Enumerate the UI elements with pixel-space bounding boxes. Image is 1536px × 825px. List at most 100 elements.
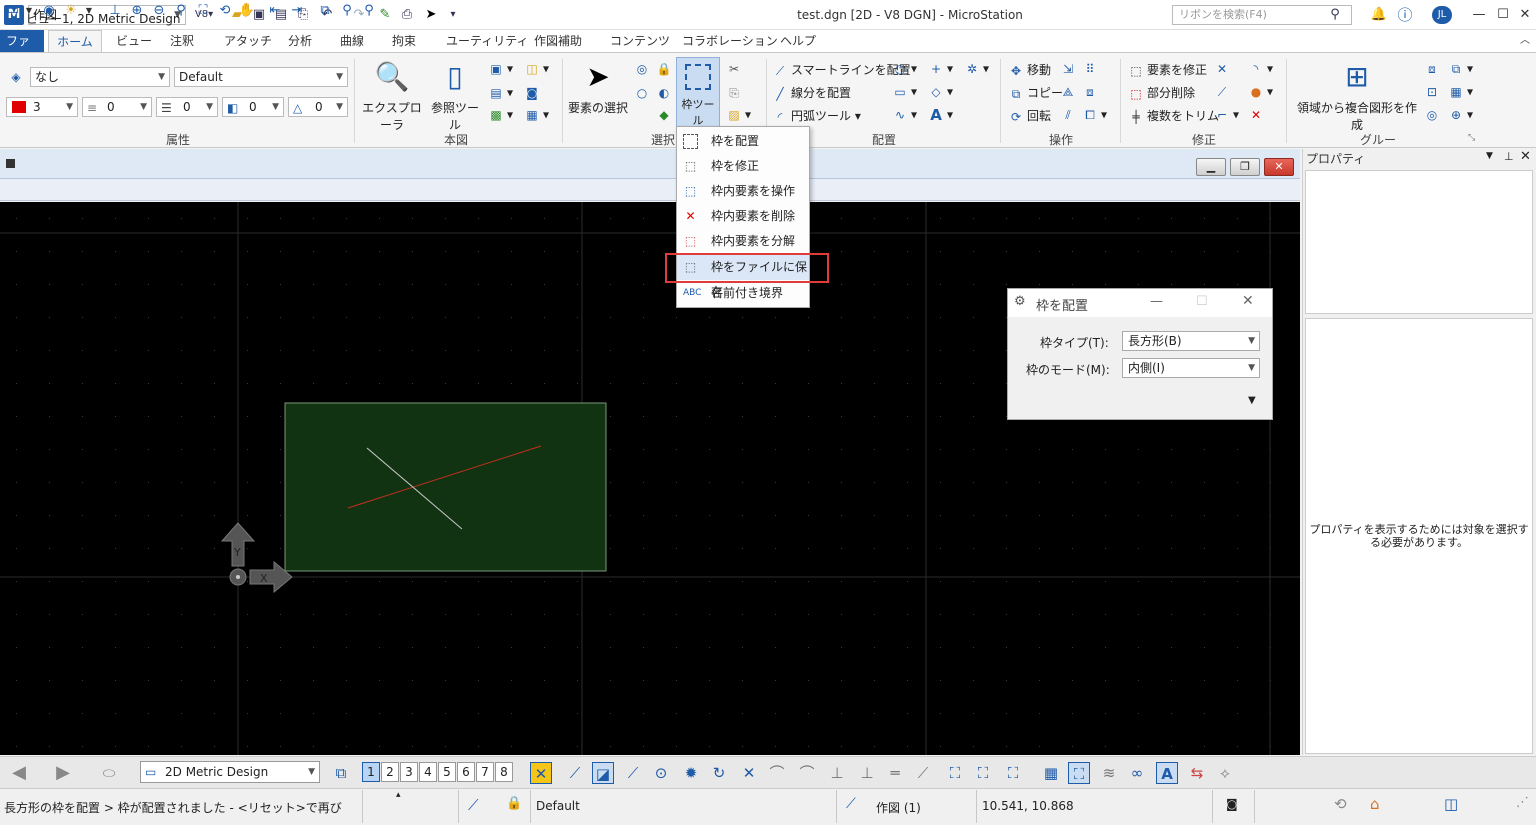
update-view-icon[interactable]: ⊥ [106, 2, 124, 20]
lock-icon[interactable]: 🔒 [506, 796, 522, 811]
view-menu-icon[interactable] [6, 159, 15, 168]
clip-mask-icon[interactable]: ⚲ [360, 2, 378, 20]
partial-delete-button[interactable]: ⬚ 部分削除 [1128, 84, 1195, 102]
models-icon[interactable]: ▣ ▾ [488, 61, 513, 77]
tab-file[interactable]: ファイル [0, 30, 44, 70]
layers-icon[interactable]: ◫ ▾ [524, 61, 549, 77]
cut-icon[interactable]: ✂ [726, 61, 745, 77]
view-close-icon[interactable]: ✕ [1264, 158, 1294, 176]
screen-icon[interactable]: ◙ [1226, 797, 1238, 811]
accudraw-icon[interactable]: ⟋ [468, 796, 479, 814]
tab-content[interactable]: コンテンツ [604, 30, 676, 52]
lock-selection-icon[interactable]: 🔒 [656, 61, 675, 77]
snap-intersection-icon[interactable]: ✕ [738, 762, 760, 784]
dialog-minimize-icon[interactable]: — [1150, 294, 1163, 309]
snap-midpoint-icon[interactable]: ⟋ [622, 762, 644, 784]
tab-collaborate[interactable]: コラボレーション [676, 30, 784, 52]
tab-utilities[interactable]: ユーティリティ [440, 30, 535, 52]
place-line-button[interactable]: ╱ 線分を配置 [772, 84, 851, 102]
home-icon[interactable]: ⌂ [1370, 795, 1380, 813]
fence-clip-icon[interactable]: ⛶ [972, 762, 994, 784]
point-icon[interactable]: + ▾ [928, 61, 953, 77]
fit-view-icon[interactable]: ⛶ [194, 2, 212, 20]
expand-dialog-icon[interactable]: ▼ [1248, 395, 1256, 406]
align-icon[interactable]: ⧈ [1082, 84, 1101, 100]
rectangle-icon[interactable]: ▭ ▾ [892, 84, 917, 100]
help-icon[interactable]: ⓘ [1396, 5, 1414, 25]
view-minimize-icon[interactable]: ▁ [1196, 158, 1226, 176]
print-icon[interactable]: ⎙ [398, 5, 416, 25]
snap-parallel-icon[interactable]: ═ [884, 762, 906, 784]
fence-mode-toggle-icon[interactable]: ⛶ [1068, 762, 1090, 784]
select-by-attributes-icon[interactable]: ○ [634, 85, 653, 101]
snap-keypoint-icon[interactable]: ⟋ [564, 762, 586, 784]
search-icon[interactable]: ⚲ [1326, 5, 1344, 25]
forward-icon[interactable]: ▶ [52, 762, 74, 784]
drop-icon[interactable]: ⊡ [1424, 84, 1443, 100]
properties-selection-list[interactable] [1305, 170, 1533, 314]
tab-attach[interactable]: アタッチ [218, 30, 278, 52]
status-active-model[interactable]: 作図 (1) [876, 799, 921, 816]
snap-origin-icon[interactable]: ✹ [680, 762, 702, 784]
pin-panel-icon[interactable]: ⊥ [1504, 150, 1514, 163]
text-icon[interactable]: A ▾ [928, 107, 953, 123]
clip-volume-icon[interactable]: ⚲ [338, 2, 356, 20]
constructions-toggle-icon[interactable]: ⟡ [1214, 762, 1236, 784]
chevron-down-icon[interactable]: ▼ [20, 2, 38, 20]
curve-icon[interactable]: ∿ ▾ [892, 107, 917, 123]
snap-tangent-icon[interactable]: ↻ [708, 762, 730, 784]
trim-multiple-button[interactable]: ╪ 複数をトリム [1128, 107, 1219, 125]
color-select[interactable]: 3 ▼ [6, 97, 78, 117]
move-button[interactable]: ✥ 移動 [1008, 61, 1051, 79]
paste-icon[interactable]: ▨ ▾ [726, 107, 751, 123]
circle-icon[interactable]: ○ ▾ [892, 61, 917, 77]
tab-analyze[interactable]: 分析 [282, 30, 318, 52]
rotate-view-icon[interactable]: ⟲ [216, 2, 234, 20]
close-window-icon[interactable]: ✕ [1514, 5, 1536, 25]
rotate-button[interactable]: ⟳ 回転 [1008, 107, 1051, 125]
delete-icon[interactable]: ✕ [1248, 107, 1267, 123]
view-6-button[interactable]: 6 [457, 762, 475, 782]
back-icon[interactable]: ◀ [8, 762, 30, 784]
line-style-select[interactable]: ≡ 0 ▼ [82, 97, 152, 117]
fence-mode-select[interactable]: 内側(I) ▼ [1122, 358, 1260, 378]
menu-item-place-fence[interactable]: 枠を配置 [677, 129, 809, 154]
extend-icon[interactable]: ⟋ [1214, 84, 1233, 100]
selection-filter-icon[interactable]: ◐ [656, 85, 675, 101]
snap-through-point-icon[interactable]: ⟋ [912, 762, 934, 784]
copy-button[interactable]: ⧉ コピー [1008, 84, 1063, 102]
priority-select[interactable]: △ 0 ▼ [288, 97, 348, 117]
maximize-window-icon[interactable]: ☐ [1492, 5, 1514, 25]
reference-tools-button[interactable]: ▯ 参照ツール [428, 59, 482, 133]
tab-help[interactable]: ヘルプ [774, 30, 822, 52]
fence-type-select[interactable]: 長方形(B) ▼ [1122, 331, 1260, 351]
snap-center-icon[interactable]: ⊙ [650, 762, 672, 784]
line-weight-select[interactable]: ☰ 0 ▼ [156, 97, 218, 117]
tab-curves[interactable]: 曲線 [334, 30, 370, 52]
level-display-icon[interactable]: ◈ [8, 69, 27, 85]
selection-color-icon[interactable]: ◆ [656, 107, 675, 123]
ungroup-icon[interactable]: ⧉ ▾ [1448, 61, 1473, 77]
snap-perpendicular-icon[interactable]: ⊥ [826, 762, 848, 784]
menu-item-named-boundary[interactable]: ABC 名前付き境界 [677, 281, 809, 306]
connect-icon[interactable]: ◫ [1444, 795, 1458, 813]
window-area-icon[interactable]: ⚲ [172, 2, 190, 20]
model-select[interactable]: ▭ 2D Metric Design ▼ [140, 761, 320, 783]
view-5-button[interactable]: 5 [438, 762, 456, 782]
graphic-group-icon[interactable]: ◎ [1424, 107, 1443, 123]
menu-item-manipulate-fence-contents[interactable]: ⬚ 枠内要素を操作 [677, 179, 809, 204]
select-element-button[interactable]: ➤ 要素の選択 [566, 59, 630, 116]
place-smartline-button[interactable]: ⟋ スマートラインを配置 [772, 61, 911, 79]
view-8-button[interactable]: 8 [495, 762, 513, 782]
copy-view-icon[interactable]: ⧉ [316, 2, 334, 20]
text-toggle-icon[interactable]: A [1156, 762, 1178, 784]
copy-parallel-icon[interactable]: ⧠ ▾ [1082, 107, 1107, 123]
create-region-button[interactable]: ⊞ 領域から複合図形を作成 [1294, 59, 1420, 133]
polygon-icon[interactable]: ◇ ▾ [928, 84, 953, 100]
chevron-down-icon[interactable]: ▼ [80, 2, 98, 20]
dialog-launcher-icon[interactable]: ⤡ [1468, 133, 1475, 143]
pointer-icon[interactable]: ➤ [422, 5, 440, 25]
dialog-close-icon[interactable]: ✕ [1242, 293, 1254, 309]
view-4-button[interactable]: 4 [419, 762, 437, 782]
drawing-canvas[interactable]: Y X [0, 202, 1300, 755]
